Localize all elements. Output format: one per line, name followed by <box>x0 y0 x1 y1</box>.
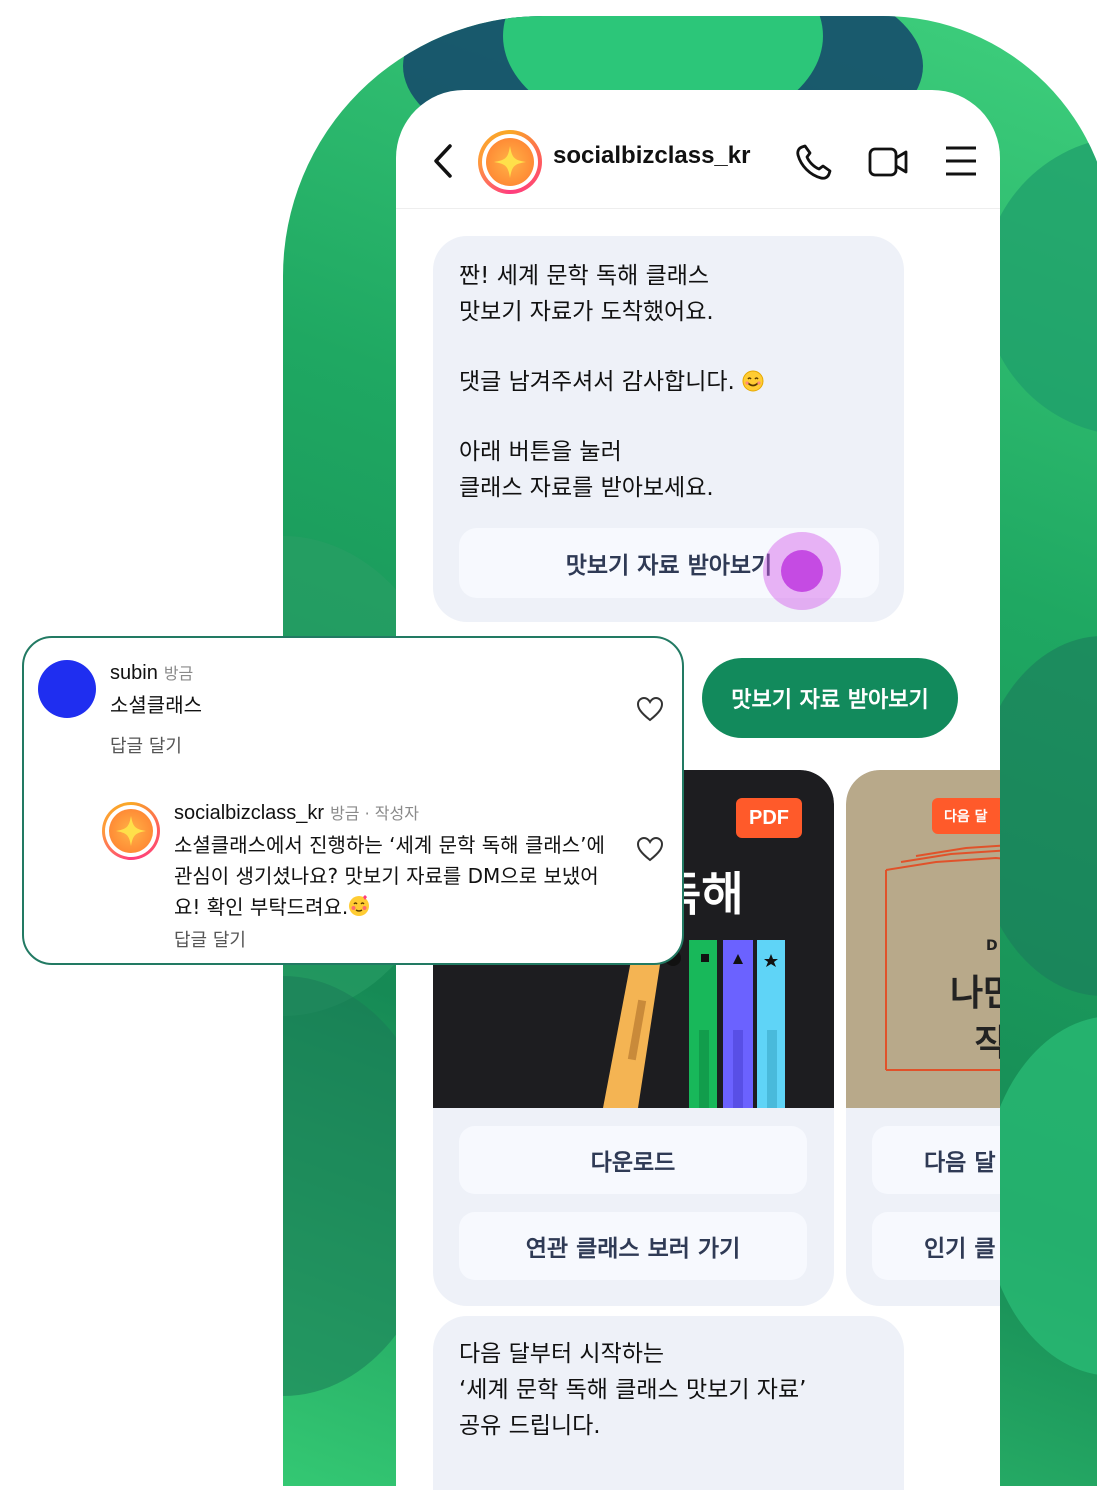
cover-subtitle: D <box>986 938 998 954</box>
back-icon[interactable] <box>428 142 458 180</box>
account-name[interactable]: socialbizclass_kr <box>553 142 750 170</box>
comment-text: 소셜클래스에서 진행하는 ‘세계 문학 독해 클래스’에 관심이 생기셨나요? … <box>174 833 605 919</box>
download-button[interactable]: 다운로드 <box>459 1126 807 1194</box>
phone-call-icon[interactable] <box>794 142 834 182</box>
cover-title: 나만 <box>950 973 1000 1014</box>
message-bubble: 다음 달부터 시작하는 ‘세계 문학 독해 클래스 맛보기 자료’ 공유 드립니… <box>433 1316 904 1490</box>
comment-time: 방금 <box>163 664 194 683</box>
pdf-badge: PDF <box>736 798 802 838</box>
chat-header: socialbizclass_kr <box>396 90 1000 209</box>
popular-class-button[interactable]: 인기 클 <box>872 1212 1000 1280</box>
touch-indicator <box>763 532 841 610</box>
next-month-button[interactable]: 다음 달 <box>872 1126 1000 1194</box>
card-cover-image: 다음 달 D 나만 직 <box>846 770 1000 1108</box>
comment-text: 소셜클래스 <box>110 693 202 717</box>
blush-emoji-icon <box>349 895 370 916</box>
message-bubble: 짠! 세계 문학 독해 클래스 맛보기 자료가 도착했어요. 댓글 남겨주셔서 … <box>433 236 904 622</box>
related-class-button[interactable]: 연관 클래스 보러 가기 <box>459 1212 807 1280</box>
cover-title: 직 <box>974 1023 1000 1064</box>
message-text: 다음 달부터 시작하는 ‘세계 문학 독해 클래스 맛보기 자료’ 공유 드립니… <box>459 1341 807 1439</box>
next-month-badge: 다음 달 <box>932 798 1000 834</box>
avatar[interactable] <box>38 660 96 718</box>
message-text: 댓글 남겨주셔서 감사합니다. <box>459 364 764 400</box>
avatar[interactable] <box>102 802 160 860</box>
comments-panel: subin 방금 소셜클래스 답글 달기 socialbizclass_kr 방금 … <box>22 636 684 965</box>
reply-button[interactable]: 답글 달기 <box>174 926 246 952</box>
quick-reply-button[interactable]: 맛보기 자료 받아보기 <box>702 658 958 738</box>
message-text: 짠! 세계 문학 독해 클래스 맛보기 자료가 도착했어요. <box>459 263 714 325</box>
smile-emoji-icon <box>742 370 764 392</box>
comment-time: 방금 · 작성자 <box>330 804 419 823</box>
menu-icon[interactable] <box>944 144 978 178</box>
heart-icon[interactable] <box>636 696 664 722</box>
heart-icon[interactable] <box>636 836 664 862</box>
video-call-icon[interactable] <box>868 146 910 178</box>
next-card: 다음 달 D 나만 직 다음 달 인기 클 <box>846 770 1000 1306</box>
message-text: 아래 버튼을 눌러 클래스 자료를 받아보세요. <box>459 439 714 501</box>
comment-author[interactable]: subin 방금 <box>110 660 193 685</box>
comment-author[interactable]: socialbizclass_kr 방금 · 작성자 <box>174 800 419 825</box>
profile-avatar-icon[interactable] <box>478 130 542 194</box>
reply-button[interactable]: 답글 달기 <box>110 732 182 758</box>
